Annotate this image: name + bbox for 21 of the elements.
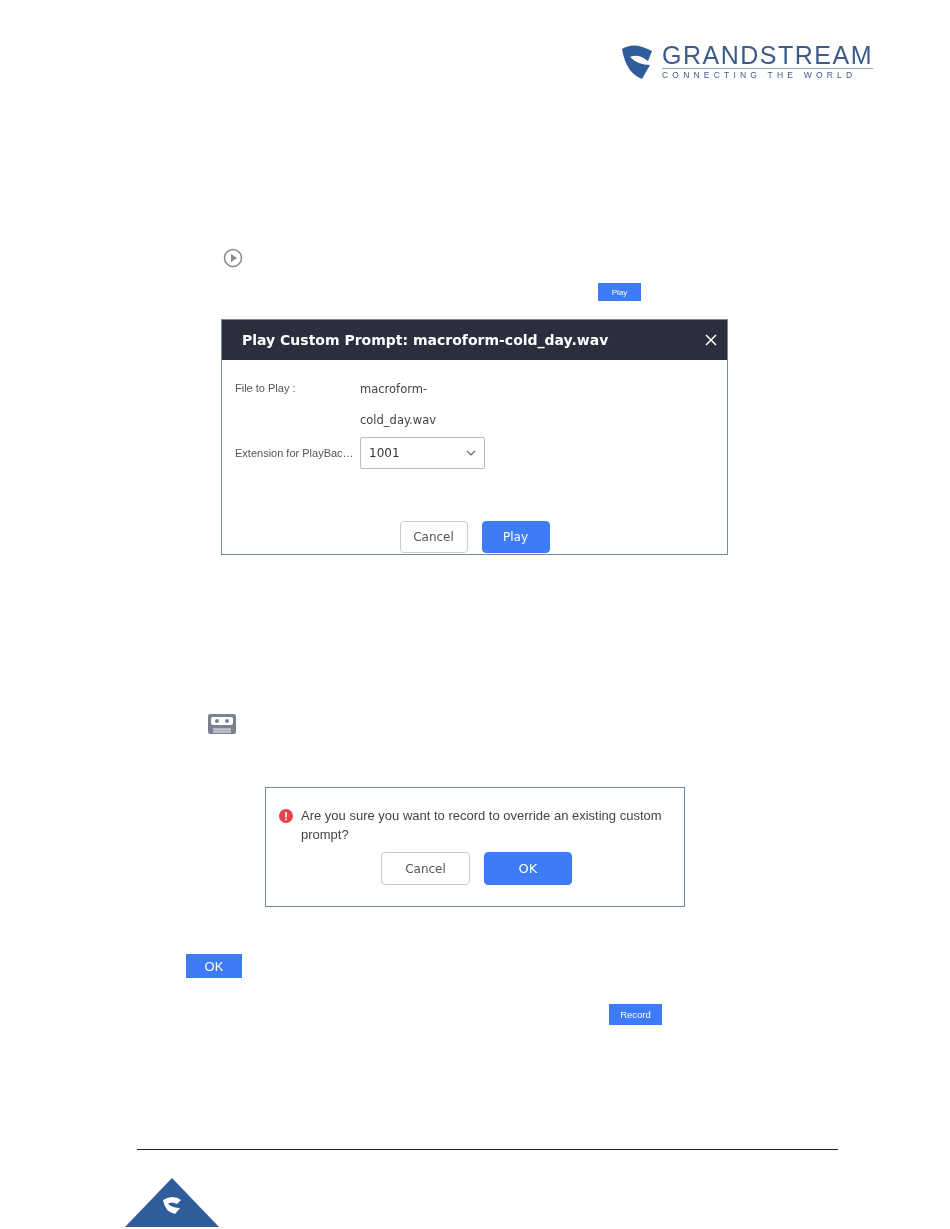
field-label: File to Play : — [235, 382, 297, 396]
confirm-message: Are you sure you want to record to override an existing custom prompt? — [301, 807, 663, 844]
field-label: Extension for PlayBac… — [235, 447, 355, 459]
logo-tagline: CONNECTING THE WORLD — [662, 69, 858, 81]
extension-select[interactable]: 1001 — [360, 437, 485, 469]
confirm-button[interactable]: Play — [481, 521, 550, 553]
cassette-icon — [207, 713, 237, 735]
play-icon — [223, 248, 243, 268]
chevron-down-icon — [466, 450, 476, 456]
cancel-button[interactable]: Cancel — [399, 521, 468, 553]
warning-icon — [279, 809, 293, 823]
close-icon[interactable] — [705, 334, 717, 346]
ok-button[interactable]: OK — [186, 954, 242, 978]
confirm-button[interactable]: OK — [484, 852, 572, 885]
play-button[interactable]: Play — [598, 283, 641, 301]
file-name: macroform- — [360, 382, 429, 396]
cancel-button[interactable]: Cancel — [381, 852, 470, 885]
dialog-title: Play Custom Prompt: macroform-cold_day.wav — [242, 332, 609, 348]
record-button[interactable]: Record — [609, 1004, 662, 1025]
logo-name: GRANDSTREAM — [662, 42, 873, 69]
file-name: cold_day.wav — [360, 413, 438, 427]
